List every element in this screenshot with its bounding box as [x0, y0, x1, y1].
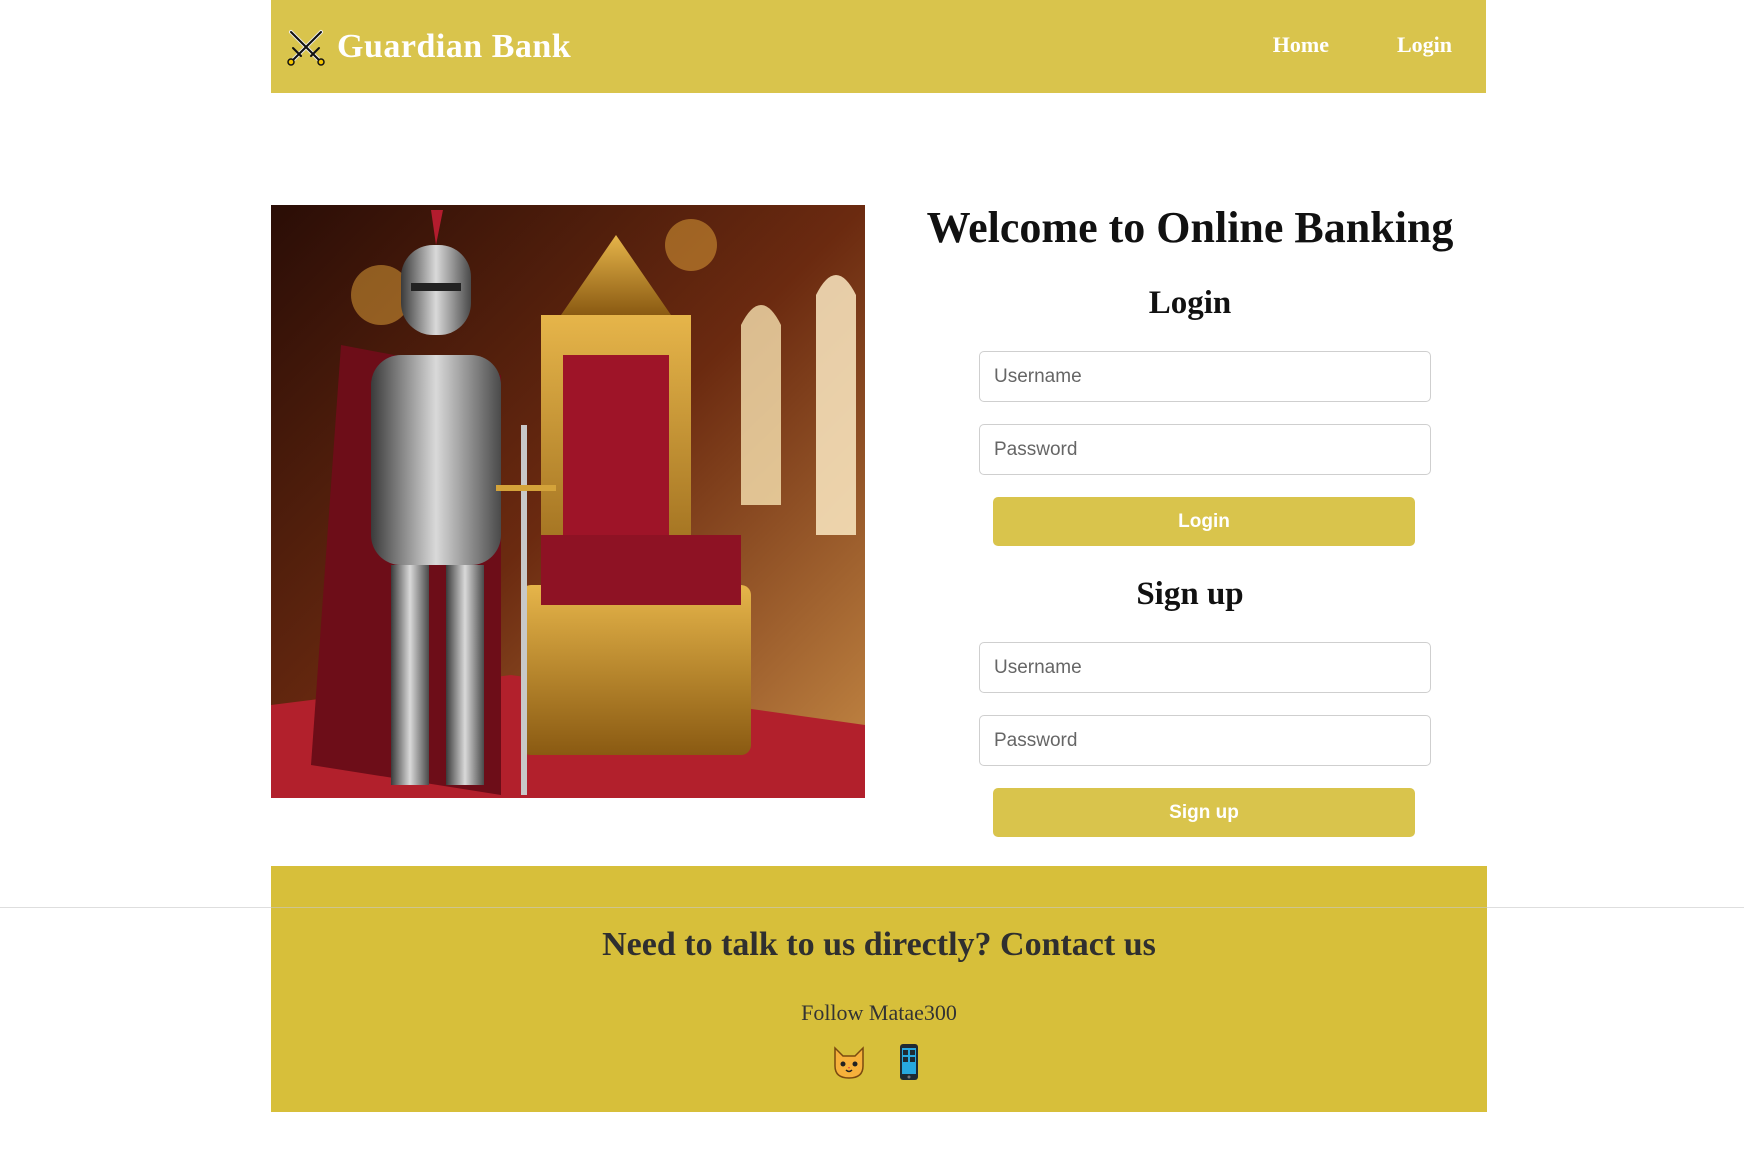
- signup-title: Sign up: [1136, 576, 1244, 612]
- main-nav: Home Login: [1273, 32, 1452, 58]
- social-links: [271, 1042, 1487, 1082]
- login-title: Login: [1148, 285, 1232, 321]
- contact-heading[interactable]: Need to talk to us directly? Contact us: [271, 926, 1487, 964]
- signup-button[interactable]: Sign up: [993, 788, 1415, 837]
- signup-username-input[interactable]: [979, 642, 1431, 693]
- page-title: Welcome to Online Banking: [926, 203, 1454, 252]
- follow-text: Follow Matae300: [801, 1000, 957, 1025]
- top-navbar: Guardian Bank Home Login: [271, 0, 1486, 93]
- signup-password-input[interactable]: [979, 715, 1431, 766]
- mobile-phone-icon[interactable]: [889, 1042, 929, 1082]
- login-password-input[interactable]: [979, 424, 1431, 475]
- crossed-swords-icon: [287, 30, 325, 66]
- nav-home-link[interactable]: Home: [1273, 32, 1329, 58]
- hero-image: [271, 205, 865, 798]
- divider: [0, 907, 1744, 908]
- login-button[interactable]: Login: [993, 497, 1415, 546]
- login-username-input[interactable]: [979, 351, 1431, 402]
- brand-name: Guardian Bank: [337, 28, 572, 65]
- cat-face-icon[interactable]: [829, 1042, 869, 1082]
- nav-login-link[interactable]: Login: [1397, 32, 1452, 58]
- footer: Need to talk to us directly? Contact us …: [271, 866, 1487, 1112]
- brand[interactable]: Guardian Bank: [285, 26, 571, 68]
